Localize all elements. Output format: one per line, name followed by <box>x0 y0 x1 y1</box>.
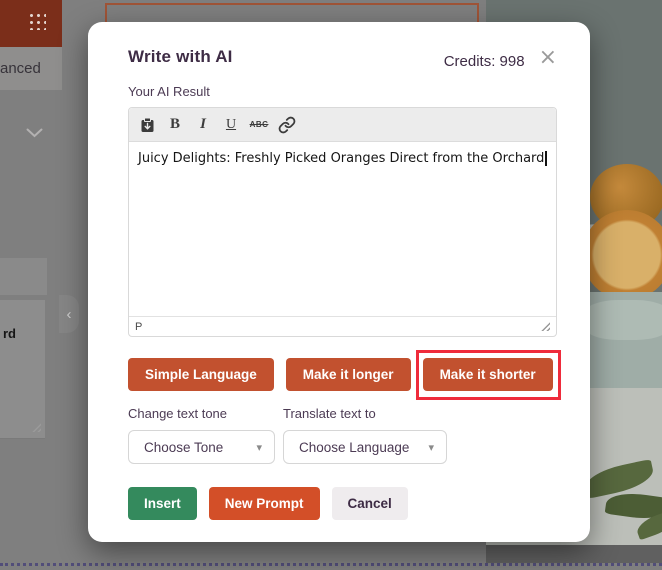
result-label: Your AI Result <box>128 84 557 99</box>
tone-select[interactable]: Choose Tone ▾ <box>128 430 275 464</box>
sidebar-field-partial <box>0 258 47 295</box>
orange-half-shape <box>582 210 662 300</box>
link-icon[interactable] <box>273 112 301 138</box>
italic-icon[interactable]: I <box>189 112 217 138</box>
resize-grip-icon[interactable] <box>31 423 41 432</box>
language-select[interactable]: Choose Language ▾ <box>283 430 447 464</box>
quick-actions-row: Simple Language Make it longer Make it s… <box>128 358 557 391</box>
close-icon[interactable]: × <box>539 50 557 66</box>
make-it-longer-button[interactable]: Make it longer <box>286 358 411 391</box>
caret-down-icon: ▾ <box>256 441 262 454</box>
apps-grid-icon[interactable] <box>27 11 46 30</box>
cancel-button[interactable]: Cancel <box>332 487 408 520</box>
modal-header: Write with AI Credits: 998 × <box>128 47 557 71</box>
tone-label: Change text tone <box>128 406 275 421</box>
page-boundary-dotted-line <box>0 563 662 566</box>
sidebar-tab-label: anced <box>0 60 41 77</box>
photo-bottom-edge <box>486 545 662 563</box>
translate-label: Translate text to <box>283 406 447 421</box>
caret-down-icon: ▾ <box>428 441 434 454</box>
credits-counter: Credits: 998 <box>444 53 525 70</box>
editor-resize-grip-icon[interactable] <box>540 322 550 331</box>
ai-result-editor[interactable]: B I U ABC Juicy Delights: Freshly Picked… <box>128 107 557 337</box>
paste-icon[interactable] <box>133 112 161 138</box>
insert-button[interactable]: Insert <box>128 487 197 520</box>
editor-toolbar: B I U ABC <box>129 108 556 142</box>
text-cursor <box>545 151 547 166</box>
strikethrough-icon[interactable]: ABC <box>245 112 273 138</box>
collapse-left-icon: ‹ <box>67 306 72 323</box>
chevron-down-icon[interactable] <box>26 126 43 137</box>
bold-icon[interactable]: B <box>161 112 189 138</box>
editor-statusbar: P <box>129 316 556 336</box>
language-select-value: Choose Language <box>299 440 409 455</box>
simple-language-button[interactable]: Simple Language <box>128 358 274 391</box>
editor-content-area[interactable]: Juicy Delights: Freshly Picked Oranges D… <box>129 142 556 316</box>
modal-footer: Insert New Prompt Cancel <box>128 487 557 520</box>
tone-select-value: Choose Tone <box>144 440 223 455</box>
element-path: P <box>135 321 142 333</box>
underline-icon[interactable]: U <box>217 112 245 138</box>
modal-title: Write with AI <box>128 47 233 67</box>
sidebar-textarea-partial[interactable]: rd <box>0 300 45 439</box>
editor-text: Juicy Delights: Freshly Picked Oranges D… <box>138 151 544 166</box>
sidebar-collapse-handle[interactable]: ‹ <box>59 295 79 333</box>
sidebar-tab-advanced-partial[interactable]: anced <box>0 47 62 90</box>
annotation-highlight-box: Make it shorter <box>423 358 553 391</box>
dropdowns-row: Change text tone Choose Tone ▾ Translate… <box>128 406 557 464</box>
cloth-fold-shape <box>582 300 662 340</box>
make-it-shorter-button[interactable]: Make it shorter <box>423 358 553 391</box>
sidebar-text-partial: rd <box>3 326 16 341</box>
app-logo-block <box>0 0 62 47</box>
write-with-ai-modal: Write with AI Credits: 998 × Your AI Res… <box>88 22 590 542</box>
new-prompt-button[interactable]: New Prompt <box>209 487 320 520</box>
